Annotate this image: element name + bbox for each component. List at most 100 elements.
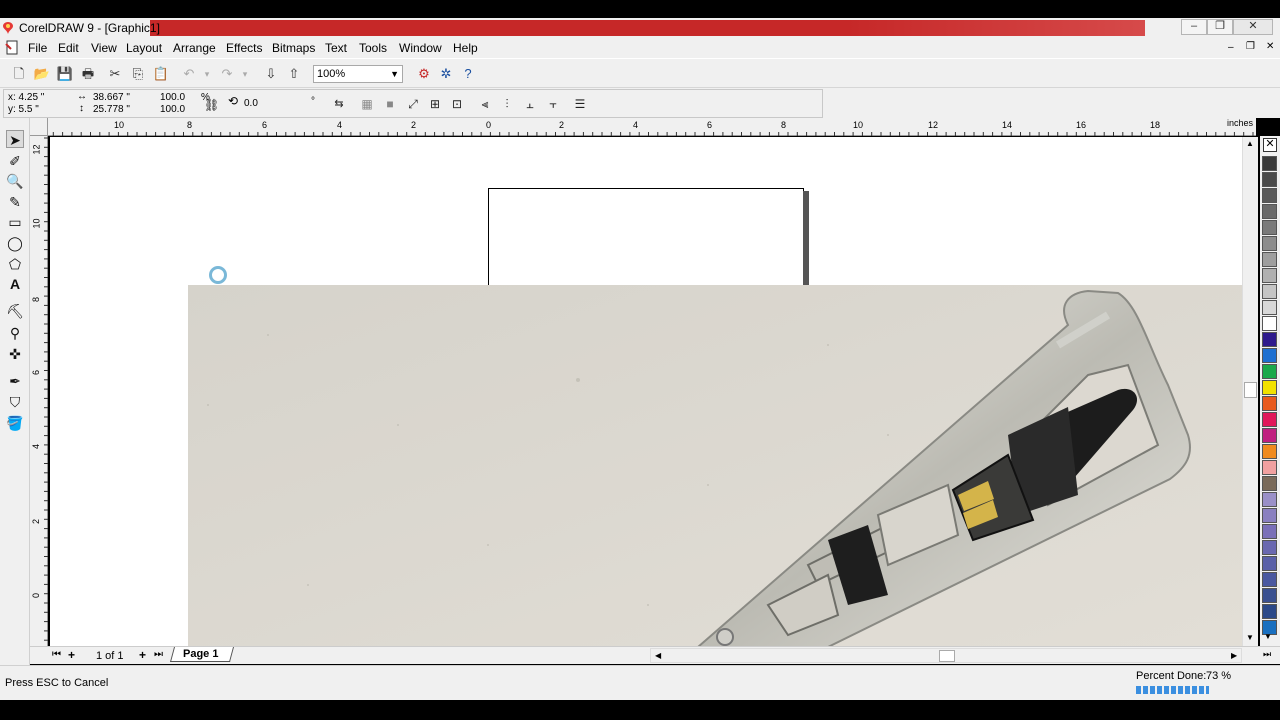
imported-bitmap[interactable] — [188, 285, 1242, 647]
redo-icon[interactable]: ↷ — [218, 65, 236, 83]
palette-swatch[interactable] — [1262, 540, 1277, 555]
interactive-fill-icon[interactable]: ⛏ — [6, 302, 24, 320]
freehand-tool-icon[interactable]: ✎ — [6, 193, 24, 211]
close-button[interactable]: ✕ — [1233, 19, 1273, 35]
last-page-icon[interactable]: ⏭ — [154, 649, 163, 660]
to-front-icon[interactable]: ■ — [382, 96, 398, 112]
palette-swatch[interactable] — [1262, 284, 1277, 299]
lock-ratio-icon[interactable]: ⛓ — [204, 99, 219, 111]
palette-swatch[interactable] — [1262, 476, 1277, 491]
polygon-tool-icon[interactable]: ⬠ — [6, 255, 24, 273]
menu-text[interactable]: Text — [325, 41, 347, 55]
palette-swatch[interactable] — [1262, 428, 1277, 443]
palette-swatch[interactable] — [1262, 508, 1277, 523]
interactive-fill-bucket-icon[interactable]: 🪣 — [6, 414, 24, 432]
menu-tools[interactable]: Tools — [359, 41, 387, 55]
palette-swatch[interactable] — [1262, 300, 1277, 315]
menu-window[interactable]: Window — [399, 41, 442, 55]
horizontal-ruler[interactable]: 10 8 6 4 2 0 2 4 6 8 10 12 14 16 18 inch… — [30, 118, 1256, 136]
scroll-left-icon[interactable]: ◀ — [655, 651, 661, 660]
palette-swatch[interactable] — [1262, 348, 1277, 363]
whats-this-icon[interactable]: ? — [459, 65, 477, 83]
palette-swatch[interactable] — [1262, 220, 1277, 235]
zoom-level-select[interactable]: 100% ▼ — [313, 65, 403, 83]
first-page-icon[interactable]: ⏮ — [52, 649, 61, 660]
palette-swatch[interactable] — [1262, 252, 1277, 267]
scale-x-field[interactable]: 100.0 — [160, 92, 185, 103]
redo-dropdown-icon[interactable]: ▾ — [236, 65, 254, 83]
scroll-down-icon[interactable]: ▼ — [1246, 633, 1254, 642]
application-launcher-icon[interactable]: ⚙ — [415, 65, 433, 83]
palette-swatch[interactable] — [1262, 572, 1277, 587]
menu-edit[interactable]: Edit — [58, 41, 79, 55]
resample-icon[interactable]: ⊞ — [427, 96, 443, 112]
ellipse-tool-icon[interactable]: ◯ — [6, 234, 24, 252]
rotation-field[interactable]: 0.0 — [244, 98, 258, 109]
palette-swatch[interactable] — [1262, 172, 1277, 187]
position-x-field[interactable]: x: 4.25 " — [8, 92, 44, 103]
eyedropper-icon[interactable]: ✜ — [6, 345, 24, 363]
palette-swatch[interactable] — [1262, 412, 1277, 427]
scroll-up-icon[interactable]: ▲ — [1246, 139, 1254, 148]
undo-icon[interactable]: ↶ — [180, 65, 198, 83]
palette-swatch[interactable] — [1262, 444, 1277, 459]
palette-swatch[interactable] — [1262, 492, 1277, 507]
align-left-icon[interactable]: ⫷ — [477, 96, 493, 112]
mirror-buttons-icon[interactable]: ⇆ — [331, 96, 347, 112]
menu-arrange[interactable]: Arrange — [173, 41, 216, 55]
export-icon[interactable]: ⇧ — [285, 65, 303, 83]
menu-layout[interactable]: Layout — [126, 41, 162, 55]
chevron-down-icon[interactable]: ▼ — [390, 66, 399, 82]
drawing-canvas[interactable] — [50, 137, 1242, 647]
wrap-text-icon[interactable]: ▦ — [359, 96, 375, 112]
fill-tool-icon[interactable]: ⛉ — [6, 393, 24, 411]
document-icon[interactable] — [4, 40, 20, 56]
palette-swatch[interactable] — [1262, 188, 1277, 203]
align-top-icon[interactable]: ⫠ — [522, 96, 538, 112]
rectangle-tool-icon[interactable]: ▭ — [6, 213, 24, 231]
outline-tool-icon[interactable]: ✒ — [6, 372, 24, 390]
palette-swatch[interactable] — [1262, 460, 1277, 475]
open-icon[interactable]: 📂 — [33, 65, 51, 83]
palette-swatch[interactable] — [1262, 236, 1277, 251]
palette-swatch[interactable] — [1262, 268, 1277, 283]
import-icon[interactable]: ⇩ — [262, 65, 280, 83]
palette-swatch[interactable] — [1262, 556, 1277, 571]
horizontal-scrollbar[interactable]: ◀ ▶ — [650, 648, 1242, 663]
add-page-before-icon[interactable]: + — [68, 648, 75, 662]
menu-file[interactable]: File — [28, 41, 47, 55]
palette-swatch[interactable] — [1262, 380, 1277, 395]
zoom-tool-icon[interactable]: 🔍 — [6, 172, 24, 190]
copy-icon[interactable]: ⎘ — [129, 65, 147, 83]
menu-effects[interactable]: Effects — [226, 41, 262, 55]
shape-tool-icon[interactable]: ✐ — [6, 152, 24, 170]
add-page-after-icon[interactable]: + — [139, 648, 146, 662]
paste-icon[interactable]: 📋 — [152, 65, 170, 83]
palette-swatch[interactable] — [1262, 204, 1277, 219]
palette-swatch[interactable] — [1262, 364, 1277, 379]
ruler-origin-corner[interactable] — [30, 118, 48, 136]
vertical-ruler[interactable]: 12 10 8 6 4 2 0 — [30, 136, 48, 648]
doc-minimize-button[interactable]: – — [1228, 42, 1234, 53]
new-icon[interactable]: 🗋 — [10, 65, 28, 83]
palette-swatch[interactable] — [1262, 396, 1277, 411]
palette-swatch[interactable] — [1262, 588, 1277, 603]
no-fill-swatch-icon[interactable]: ✕ — [1263, 138, 1277, 152]
palette-swatch[interactable] — [1262, 604, 1277, 619]
palette-swatch[interactable] — [1262, 156, 1277, 171]
menu-bitmaps[interactable]: Bitmaps — [272, 41, 315, 55]
scale-y-field[interactable]: 100.0 — [160, 104, 185, 115]
palette-swatch[interactable] — [1262, 316, 1277, 331]
horizontal-scroll-thumb[interactable] — [939, 650, 955, 662]
position-y-field[interactable]: y: 5.5 " — [8, 104, 39, 115]
menu-view[interactable]: View — [91, 41, 117, 55]
text-tool-icon[interactable]: A — [6, 275, 24, 293]
print-icon[interactable]: 🖶 — [79, 65, 97, 83]
minimize-button[interactable]: – — [1181, 19, 1207, 35]
align-center-icon[interactable]: ⫶ — [499, 96, 515, 112]
width-field[interactable]: 38.667 " — [93, 92, 130, 103]
interactive-blend-icon[interactable]: ⚲ — [6, 324, 24, 342]
menu-help[interactable]: Help — [453, 41, 478, 55]
doc-close-button[interactable]: ✕ — [1266, 41, 1274, 52]
palette-swatch[interactable] — [1262, 524, 1277, 539]
